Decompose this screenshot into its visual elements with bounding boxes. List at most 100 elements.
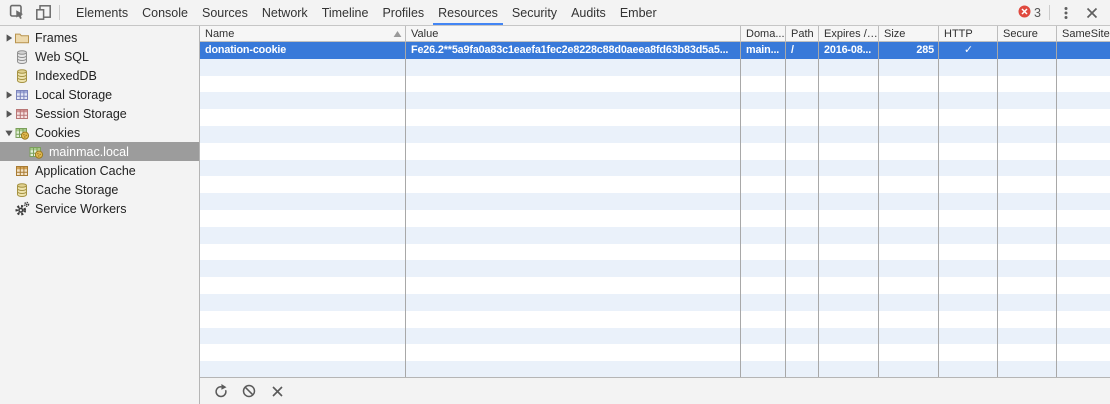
cell-expires	[819, 311, 879, 328]
tab-profiles[interactable]: Profiles	[375, 0, 431, 25]
cell-http	[939, 260, 998, 277]
resources-panel: FramesWeb SQLIndexedDBLocal Storage Sessi…	[0, 26, 1110, 404]
tab-security[interactable]: Security	[505, 0, 564, 25]
cell-http	[939, 76, 998, 93]
triangle-right-icon[interactable]	[3, 90, 14, 100]
triangle-right-icon[interactable]	[3, 33, 14, 43]
overflow-menu-button[interactable]	[1053, 1, 1079, 25]
cell-samesite	[1057, 361, 1110, 377]
sidebar-item-application-cache[interactable]: Application Cache	[0, 161, 199, 180]
sidebar-item-cache-storage[interactable]: Cache Storage	[0, 180, 199, 199]
device-toolbar-icon	[35, 4, 52, 21]
close-devtools-button[interactable]	[1079, 1, 1105, 25]
cell-expires	[819, 59, 879, 76]
cell-secure	[998, 311, 1057, 328]
tab-resources[interactable]: Resources	[431, 0, 505, 25]
empty-row	[200, 311, 1110, 328]
cell-secure	[998, 244, 1057, 261]
cell-domain	[741, 294, 786, 311]
cell-domain	[741, 143, 786, 160]
tab-ember[interactable]: Ember	[613, 0, 664, 25]
column-header-domain[interactable]: Doma...	[741, 26, 786, 41]
column-header-samesite[interactable]: SameSite	[1057, 26, 1110, 41]
tab-timeline[interactable]: Timeline	[315, 0, 376, 25]
tab-elements[interactable]: Elements	[69, 0, 135, 25]
sidebar-item-local-storage[interactable]: Local Storage	[0, 85, 199, 104]
cell-domain	[741, 59, 786, 76]
cell-name	[200, 109, 406, 126]
cell-path	[786, 260, 819, 277]
cell-domain	[741, 210, 786, 227]
column-header-secure[interactable]: Secure	[998, 26, 1057, 41]
cell-domain	[741, 76, 786, 93]
cell-samesite	[1057, 42, 1110, 59]
sidebar-item-web-sql[interactable]: Web SQL	[0, 47, 199, 66]
cell-value	[406, 143, 741, 160]
inspect-element-button[interactable]	[4, 1, 30, 25]
refresh-button[interactable]	[207, 379, 235, 403]
gear-icon	[14, 201, 30, 217]
cell-samesite	[1057, 76, 1110, 93]
empty-row	[200, 126, 1110, 143]
cell-size	[879, 109, 939, 126]
empty-row	[200, 344, 1110, 361]
cell-samesite	[1057, 193, 1110, 210]
cell-samesite	[1057, 210, 1110, 227]
sidebar-item-indexeddb[interactable]: IndexedDB	[0, 66, 199, 85]
cell-expires	[819, 76, 879, 93]
cell-size	[879, 244, 939, 261]
cell-samesite	[1057, 227, 1110, 244]
tab-console[interactable]: Console	[135, 0, 195, 25]
sidebar-item-label: Service Workers	[35, 202, 126, 216]
cell-size	[879, 160, 939, 177]
cell-domain	[741, 328, 786, 345]
table-red-icon	[14, 106, 30, 122]
cell-value	[406, 92, 741, 109]
column-header-name[interactable]: Name	[200, 26, 406, 41]
cell-size	[879, 361, 939, 377]
tab-audits[interactable]: Audits	[564, 0, 613, 25]
cell-expires	[819, 244, 879, 261]
sidebar-item-session-storage[interactable]: Session Storage	[0, 104, 199, 123]
clear-button[interactable]	[235, 379, 263, 403]
cell-size	[879, 193, 939, 210]
toggle-device-toolbar-button[interactable]	[30, 1, 56, 25]
cell-size	[879, 294, 939, 311]
sidebar-item-label: Session Storage	[35, 107, 127, 121]
sidebar-item-service-workers[interactable]: Service Workers	[0, 199, 199, 218]
column-header-value[interactable]: Value	[406, 26, 741, 41]
cell-secure	[998, 160, 1057, 177]
cell-expires	[819, 277, 879, 294]
triangle-down-icon[interactable]	[3, 128, 14, 138]
sidebar-item-mainmac-local[interactable]: mainmac.local	[0, 142, 199, 161]
column-header-http[interactable]: HTTP	[939, 26, 998, 41]
cell-path	[786, 193, 819, 210]
cell-path	[786, 176, 819, 193]
devtools-window: ElementsConsoleSourcesNetworkTimelinePro…	[0, 0, 1110, 404]
cell-expires	[819, 143, 879, 160]
column-header-size[interactable]: Size	[879, 26, 939, 41]
tab-sources[interactable]: Sources	[195, 0, 255, 25]
cell-name	[200, 193, 406, 210]
tab-network[interactable]: Network	[255, 0, 315, 25]
empty-row	[200, 328, 1110, 345]
empty-row	[200, 59, 1110, 76]
console-error-badge[interactable]: 3	[1013, 5, 1046, 21]
sidebar-item-label: mainmac.local	[49, 145, 129, 159]
cell-expires	[819, 210, 879, 227]
database-gold-icon	[14, 68, 30, 84]
sidebar-item-cookies[interactable]: Cookies	[0, 123, 199, 142]
cell-domain	[741, 109, 786, 126]
cell-name: donation-cookie	[200, 42, 406, 59]
cell-expires	[819, 294, 879, 311]
cell-http	[939, 361, 998, 377]
cell-expires	[819, 328, 879, 345]
cell-name	[200, 143, 406, 160]
sidebar-item-frames[interactable]: Frames	[0, 28, 199, 47]
delete-button[interactable]	[263, 379, 291, 403]
cell-size	[879, 328, 939, 345]
column-header-path[interactable]: Path	[786, 26, 819, 41]
triangle-right-icon[interactable]	[3, 109, 14, 119]
table-row[interactable]: donation-cookieFe26.2**5a9fa0a83c1eaefa1…	[200, 42, 1110, 59]
column-header-expires[interactable]: Expires / ...	[819, 26, 879, 41]
